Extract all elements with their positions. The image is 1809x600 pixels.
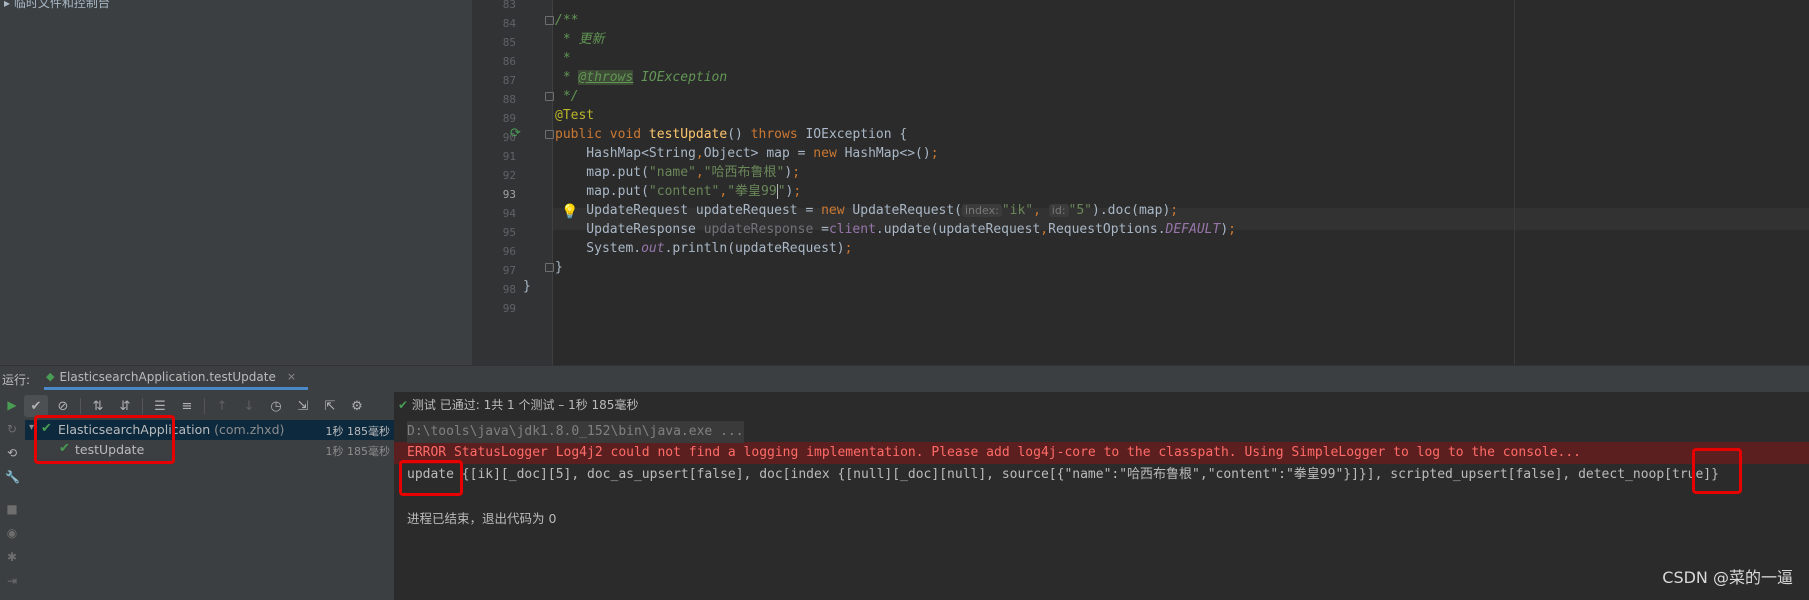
line-number: 99 bbox=[502, 302, 516, 315]
close-icon[interactable]: × bbox=[287, 370, 296, 383]
watermark: CSDN @菜的一逼 bbox=[1662, 568, 1793, 587]
line-number: 91 bbox=[502, 150, 516, 163]
line-number: 93 bbox=[502, 188, 516, 201]
rerun-icon[interactable]: ▶ bbox=[5, 398, 19, 412]
param-hint-id: id: bbox=[1048, 204, 1069, 217]
line-number: 89 bbox=[502, 112, 516, 125]
sort-alpha-icon[interactable]: ⇅ bbox=[86, 395, 110, 417]
console-line-error: ERROR StatusLogger Log4j2 could not find… bbox=[407, 445, 1581, 460]
line-number: 87 bbox=[502, 74, 516, 87]
test-run-icon: ◆ bbox=[46, 370, 55, 383]
param-hint-index: index: bbox=[962, 204, 1002, 217]
code-line-96: System.out.println(updateRequest); bbox=[555, 241, 853, 256]
next-failed-icon[interactable]: ↓ bbox=[237, 395, 261, 417]
console-line-exit: 进程已结束，退出代码为 0 bbox=[407, 511, 557, 526]
settings-icon[interactable]: ✱ bbox=[5, 550, 19, 564]
text-caret bbox=[776, 184, 778, 199]
line-number: 98 bbox=[502, 283, 516, 296]
run-tab[interactable]: ◆ ElasticsearchApplication.testUpdate × bbox=[44, 366, 309, 390]
line-number: 96 bbox=[502, 245, 516, 258]
project-tree-scratches-item[interactable]: ▸ 临时文件和控制台 bbox=[4, 0, 110, 11]
line-number: 83 bbox=[502, 0, 516, 11]
stop-icon[interactable]: ■ bbox=[5, 502, 19, 516]
rerun-failed-icon[interactable]: ↻ bbox=[5, 422, 19, 436]
test-duration: 1秒 185毫秒 bbox=[325, 425, 391, 438]
run-test-gutter-icon[interactable]: ⟳ bbox=[510, 126, 521, 141]
line-number: 97 bbox=[502, 264, 516, 277]
run-side-toolbar: ▶ ↻ ⟲ 🔧 ■ ◉ ✱ ⇥ bbox=[0, 392, 25, 600]
line-number: 84 bbox=[502, 17, 516, 30]
run-tab-title: ElasticsearchApplication.testUpdate bbox=[59, 369, 276, 384]
show-ignored-icon[interactable]: ⊘ bbox=[51, 395, 75, 417]
history-icon[interactable]: ◷ bbox=[264, 395, 288, 417]
highlight-box-true bbox=[1692, 448, 1742, 494]
expand-all-icon[interactable]: ☰ bbox=[148, 395, 172, 417]
fold-marker-icon[interactable] bbox=[545, 16, 554, 25]
line-number: 86 bbox=[502, 55, 516, 68]
project-panel bbox=[0, 0, 472, 365]
import-tests-icon[interactable]: ⇲ bbox=[291, 395, 315, 417]
line-number: 94 bbox=[502, 207, 516, 220]
line-number: 95 bbox=[502, 226, 516, 239]
line-number: 88 bbox=[502, 93, 516, 106]
test-status-text: 测试 已通过: 1共 1 个测试 – 1秒 185毫秒 bbox=[411, 398, 639, 412]
highlight-box-update bbox=[399, 460, 463, 496]
toggle-auto-test-icon[interactable]: ⟲ bbox=[5, 446, 19, 460]
exit-icon[interactable]: ⇥ bbox=[5, 574, 19, 588]
console-line-command: D:\tools\java\jdk1.8.0_152\bin\java.exe … bbox=[407, 421, 744, 443]
code-line-98: } bbox=[523, 279, 531, 294]
run-label: 运行: bbox=[2, 373, 31, 387]
test-duration: 1秒 185毫秒 bbox=[325, 445, 391, 458]
toolbar-separator bbox=[204, 398, 205, 414]
collapse-all-icon[interactable]: ≡ bbox=[175, 395, 199, 417]
fold-marker-icon[interactable] bbox=[545, 263, 554, 272]
export-tests-icon[interactable]: ⇱ bbox=[318, 395, 342, 417]
show-passed-icon[interactable]: ✔ bbox=[24, 395, 48, 417]
right-margin-guide bbox=[1514, 0, 1515, 365]
passed-check-icon: ✔ bbox=[398, 398, 409, 412]
highlight-box-test-tree bbox=[34, 415, 175, 464]
fold-marker-icon[interactable] bbox=[545, 92, 554, 101]
code-line-97: } bbox=[555, 260, 563, 275]
sort-duration-icon[interactable]: ⇵ bbox=[113, 395, 137, 417]
line-number: 85 bbox=[502, 36, 516, 49]
wrench-icon[interactable]: 🔧 bbox=[5, 470, 20, 484]
toolbar-separator bbox=[142, 398, 143, 414]
toolbar-separator bbox=[80, 398, 81, 414]
console-line-update: update {[ik][_doc][5], doc_as_upsert[fal… bbox=[407, 467, 1719, 482]
camera-icon[interactable]: ◉ bbox=[5, 526, 19, 540]
line-number: 92 bbox=[502, 169, 516, 182]
fold-marker-icon[interactable] bbox=[545, 130, 554, 139]
editor-gutter: 83 84 85 86 87 88 89 90 91 92 93 94 95 96 97 98 99 ⟳ 💡 bbox=[472, 0, 578, 365]
prev-failed-icon[interactable]: ↑ bbox=[210, 395, 234, 417]
test-status-line: ✔ 测试 已通过: 1共 1 个测试 – 1秒 185毫秒 bbox=[398, 396, 638, 413]
code-line-87: * @throws IOException bbox=[555, 70, 728, 85]
gear-icon[interactable]: ⚙ bbox=[345, 395, 369, 417]
